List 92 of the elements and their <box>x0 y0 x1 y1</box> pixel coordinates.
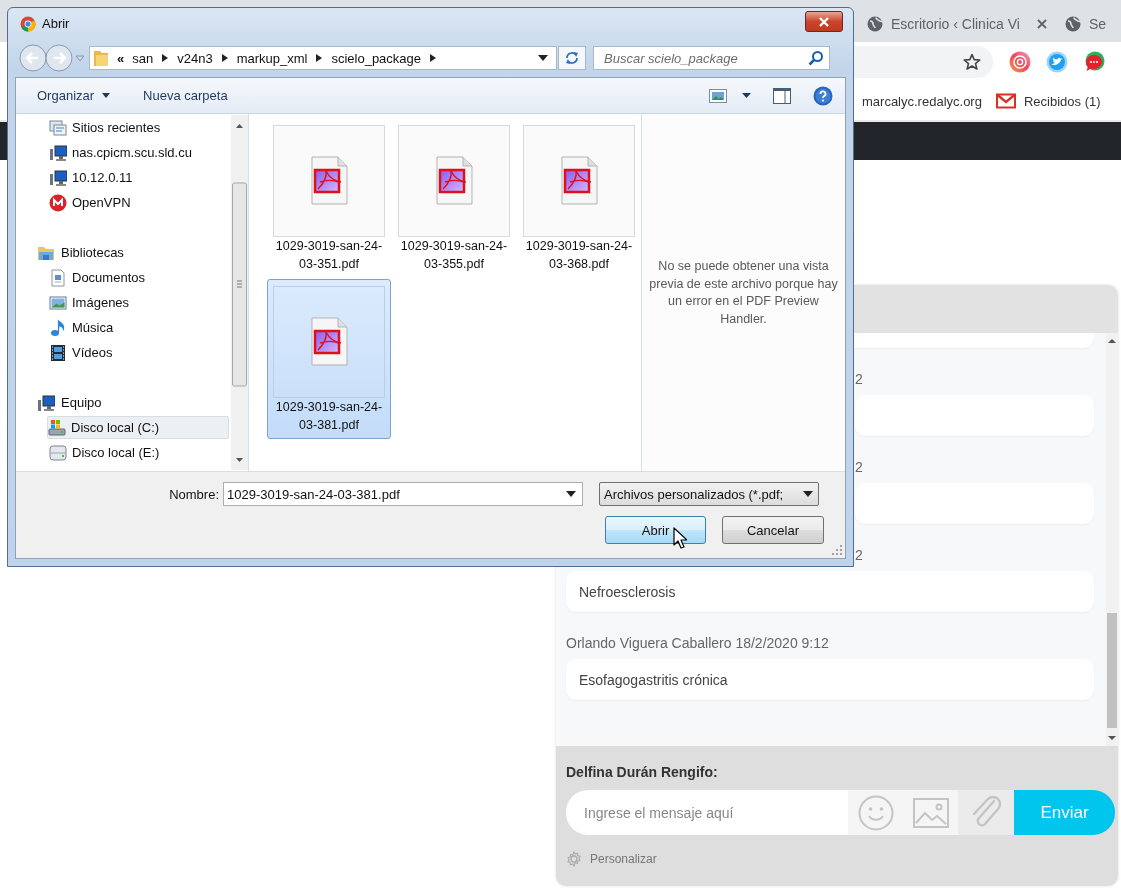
close-button[interactable] <box>805 11 843 32</box>
close-icon <box>818 16 830 27</box>
caret-icon[interactable] <box>538 55 548 61</box>
refresh-button[interactable] <box>558 46 586 70</box>
message-header: 2 <box>855 459 863 475</box>
mouse-pointer-icon <box>673 527 687 549</box>
tab-title: Escritorio ‹ Clinica Vi <box>891 16 1021 32</box>
hard-drive-icon <box>49 443 67 462</box>
chevron-icon[interactable] <box>429 53 438 63</box>
field-label: Nombre: <box>168 486 219 502</box>
image-icon <box>912 797 949 828</box>
chevron-icon[interactable] <box>161 53 170 63</box>
preview-pane-icon[interactable] <box>773 87 791 104</box>
bird-icon[interactable] <box>1046 51 1068 73</box>
sidebar-item[interactable]: Disco local (E:) <box>16 441 231 464</box>
message-header: 2 <box>855 371 863 387</box>
globe-icon <box>1065 16 1081 32</box>
file-type-dropdown[interactable]: Archivos personalizados (*.pdf; <box>599 482 819 506</box>
cancel-button[interactable]: Cancelar <box>722 516 824 544</box>
film-icon <box>49 343 67 362</box>
message-bubble: Nefroesclerosis <box>566 571 1094 612</box>
scrollbar[interactable] <box>231 115 248 470</box>
window-title: Abrir <box>42 16 71 31</box>
message-bubble: Esofagogastritis crónica <box>566 659 1094 700</box>
sidebar-item[interactable]: Disco local (C:) <box>47 416 229 439</box>
caret-icon <box>803 491 813 497</box>
filename-field[interactable]: 1029-3019-san-24-03-381.pdf <box>223 482 583 506</box>
sidebar-item[interactable]: OpenVPN <box>16 191 231 214</box>
view-icon[interactable] <box>709 88 727 103</box>
search-icon[interactable] <box>808 50 824 66</box>
smiley-icon <box>857 794 894 831</box>
file-item[interactable]: 1029-3019-san-24-03-381.pdf <box>267 279 391 439</box>
sidebar-item[interactable]: Vídeos <box>16 341 231 364</box>
sidebar-item[interactable]: 10.12.0.11 <box>16 166 231 189</box>
toolbar-button[interactable]: Nueva carpeta <box>143 85 228 106</box>
search-field[interactable]: Buscar scielo_package <box>593 46 830 70</box>
close-icon[interactable] <box>1037 19 1047 29</box>
pdf-file-icon <box>434 156 474 206</box>
document-icon <box>49 268 67 287</box>
app-icon <box>20 15 36 32</box>
message-header: Orlando Viguera Caballero 18/2/2020 9:12 <box>566 635 829 651</box>
help-icon[interactable] <box>813 85 833 106</box>
message-header: 2 <box>855 547 863 563</box>
sidebar-item[interactable]: Imágenes <box>16 291 231 314</box>
resize-grip-icon <box>832 545 842 555</box>
recent-places-icon <box>49 118 67 137</box>
breadcrumb-item[interactable]: san <box>132 50 154 66</box>
address-field[interactable]: « san v24n3 markup_xml scielo_package <box>89 46 557 70</box>
chevron-icon[interactable] <box>315 53 324 63</box>
folder-icon <box>93 49 109 67</box>
caret-icon[interactable] <box>742 93 751 98</box>
scrollbar[interactable] <box>1106 333 1118 746</box>
open-button[interactable]: Abrir <box>605 516 706 544</box>
browser-tab[interactable]: Escritorio ‹ Clinica Vi <box>855 7 1053 41</box>
caret-icon[interactable] <box>102 93 111 98</box>
tab-title: Se <box>1089 16 1108 32</box>
sidebar-item[interactable]: Sitios recientes <box>16 116 231 139</box>
pdf-file-icon <box>309 317 349 367</box>
preview-message: No se puede obtener una vista previa de este archivo porque hay un error en el PDF Preview Handler. <box>648 258 839 328</box>
browser-tab[interactable]: Se <box>1053 7 1121 41</box>
sidebar-item[interactable]: Bibliotecas <box>16 241 231 264</box>
sidebar-item[interactable]: Música <box>16 316 231 339</box>
sidebar-item[interactable]: Equipo <box>16 391 231 414</box>
pdf-file-icon <box>309 156 349 206</box>
envelope-icon <box>995 93 1016 109</box>
pdf-file-icon <box>559 156 599 206</box>
menu-button[interactable]: Organizar <box>37 85 111 106</box>
bookmark[interactable]: marcalyc.redalyc.org <box>862 93 982 109</box>
chat-bubble-icon[interactable] <box>1083 51 1105 73</box>
music-note-icon <box>49 318 67 337</box>
gear-icon <box>566 851 582 867</box>
breadcrumb-item[interactable]: v24n3 <box>177 50 213 66</box>
image-icon <box>49 293 67 312</box>
message-input[interactable]: Ingrese el mensaje aquí <box>566 790 848 835</box>
caret-icon[interactable] <box>566 491 576 497</box>
breadcrumb-item[interactable]: scielo_package <box>331 50 422 66</box>
star-icon[interactable] <box>963 53 981 71</box>
sender-name: Delfina Durán Rengifo: <box>566 764 719 780</box>
computer-icon <box>37 393 55 412</box>
sidebar-item[interactable]: Documentos <box>16 266 231 289</box>
network-computer-icon <box>49 168 67 187</box>
round-logo-icon <box>49 193 67 212</box>
sidebar-item[interactable]: nas.cpicm.scu.sld.cu <box>16 141 231 164</box>
address-bar[interactable] <box>853 46 993 78</box>
globe-icon <box>867 16 883 32</box>
breadcrumb-item[interactable]: markup_xml <box>236 50 308 66</box>
network-computer-icon <box>49 143 67 162</box>
camera-icon[interactable] <box>1009 51 1031 73</box>
chevron-icon[interactable] <box>220 53 229 63</box>
bookmark[interactable]: Recibidos (1) <box>995 93 1101 109</box>
hard-drive-icon <box>48 418 66 437</box>
overflow-marker[interactable]: « <box>117 50 125 66</box>
